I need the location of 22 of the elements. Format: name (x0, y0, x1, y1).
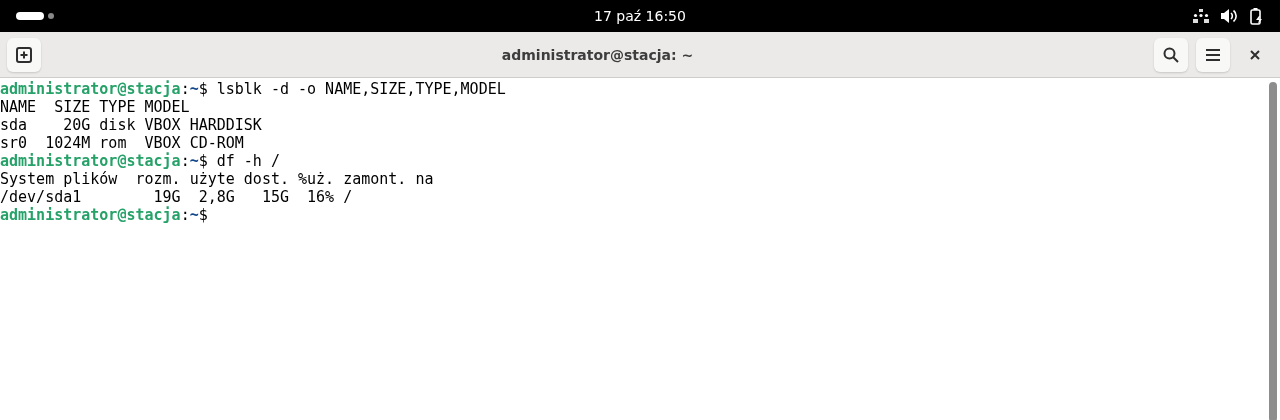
clock[interactable]: 17 paź 16:50 (594, 8, 686, 24)
workspace-indicator-icon[interactable] (16, 12, 54, 20)
window-title: administrator@stacja: ~ (501, 46, 694, 63)
output-line: /dev/sda1 19G 2,8G 15G 16% / (0, 188, 353, 206)
menu-icon (1205, 47, 1221, 62)
battery-icon[interactable] (1250, 7, 1264, 25)
output-line: sda 20G disk VBOX HARDDISK (0, 116, 262, 134)
output-line: sr0 1024M rom VBOX CD-ROM (0, 134, 244, 152)
close-icon (1250, 49, 1260, 60)
network-icon[interactable] (1193, 9, 1209, 23)
output-line: System plików rozm. użyte dost. %uż. zamont. na (0, 170, 434, 188)
volume-icon[interactable] (1221, 9, 1238, 23)
scrollbar[interactable] (1269, 82, 1277, 420)
prompt-line: administrator@stacja:~$ lsblk -d -o NAME,SIZE,TYPE,MODEL (0, 80, 506, 98)
prompt-line: administrator@stacja:~$ (0, 206, 208, 224)
new-tab-button[interactable] (7, 37, 41, 72)
output-line: NAME SIZE TYPE MODEL (0, 98, 190, 116)
prompt-line: administrator@stacja:~$ df -h / (0, 152, 280, 170)
menu-button[interactable] (1196, 37, 1230, 72)
search-icon (1163, 46, 1179, 63)
plus-icon (16, 46, 32, 63)
search-button[interactable] (1154, 37, 1188, 72)
